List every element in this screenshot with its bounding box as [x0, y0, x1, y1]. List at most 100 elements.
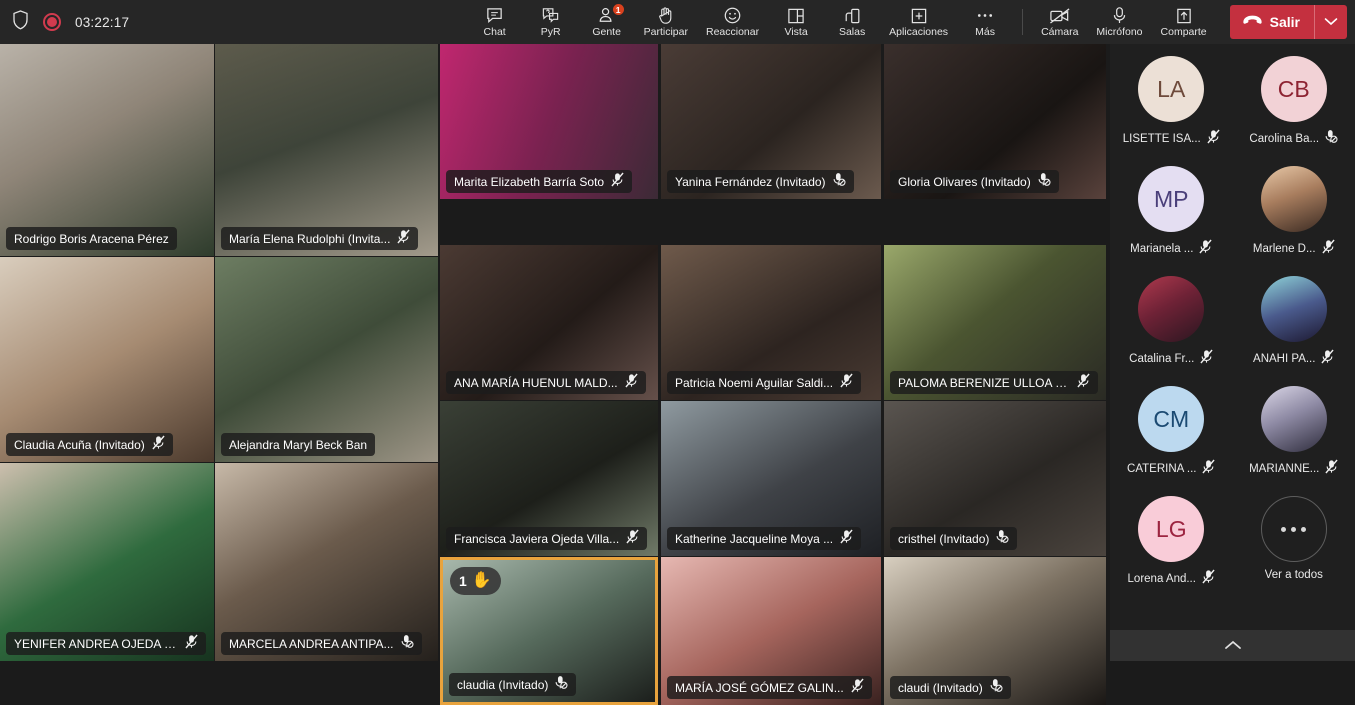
- avatar-initials: CM: [1138, 386, 1204, 452]
- avatar-photo: [1261, 276, 1327, 342]
- participant-name-row: MARIANNE...: [1249, 459, 1338, 479]
- video-tile[interactable]: Francisca Javiera Ojeda Villa...: [440, 401, 658, 556]
- video-tile[interactable]: Katherine Jacqueline Moya ...: [661, 401, 881, 556]
- participant-name: Katherine Jacqueline Moya ...: [675, 532, 833, 546]
- smiley-icon: [723, 6, 742, 25]
- apps-button[interactable]: Aplicaciones: [880, 0, 957, 44]
- participant-name-row: Catalina Fr...: [1129, 349, 1213, 369]
- participant-name-row: ANAHI PA...: [1253, 349, 1334, 369]
- participant-name-bar: Gloria Olivares (Invitado): [890, 170, 1059, 193]
- participant-name: Rodrigo Boris Aracena Pérez: [14, 232, 169, 246]
- participant-cell[interactable]: MPMarianela ...: [1110, 166, 1233, 276]
- leave-button[interactable]: Salir: [1230, 5, 1314, 39]
- chat-button[interactable]: Chat: [467, 0, 523, 44]
- chevron-up-icon: [1224, 637, 1242, 655]
- mic-muted-icon: [1077, 373, 1090, 393]
- participant-name: Catalina Fr...: [1129, 353, 1194, 365]
- view-button[interactable]: Vista: [768, 0, 824, 44]
- video-tile[interactable]: ANA MARÍA HUENUL MALD...: [440, 245, 658, 400]
- people-button[interactable]: 1 Gente: [579, 0, 635, 44]
- mic-muted-icon: [1207, 129, 1220, 149]
- mic-muted-icon: [996, 529, 1009, 549]
- participant-video: [0, 44, 214, 256]
- video-tile[interactable]: MARÍA JOSÉ GÓMEZ GALIN...: [661, 557, 881, 705]
- camera-label: Cámara: [1041, 26, 1078, 38]
- video-tile[interactable]: María Elena Rudolphi (Invita...: [215, 44, 438, 256]
- mic-muted-icon: [1325, 129, 1338, 149]
- participant-name: Alejandra Maryl Beck Ban: [229, 438, 367, 452]
- ellipsis-icon: [975, 6, 995, 25]
- avatar-initials: LG: [1138, 496, 1204, 562]
- participant-name: Claudia Acuña (Invitado): [14, 438, 145, 452]
- rooms-button[interactable]: Salas: [824, 0, 880, 44]
- participant-cell[interactable]: ANAHI PA...: [1233, 276, 1355, 386]
- participant-name: MARIANNE...: [1249, 463, 1319, 475]
- participant-cell[interactable]: Catalina Fr...: [1110, 276, 1233, 386]
- participant-name-bar: claudi (Invitado): [890, 676, 1011, 699]
- video-tile[interactable]: Patricia Noemi Aguilar Saldi...: [661, 245, 881, 400]
- mic-muted-icon: [1202, 459, 1215, 479]
- participant-name: Lorena And...: [1128, 573, 1196, 585]
- participant-name: ANAHI PA...: [1253, 353, 1315, 365]
- participant-cell[interactable]: LALISETTE ISA...: [1110, 56, 1233, 166]
- participant-cell[interactable]: LG Lorena And...: [1110, 496, 1233, 606]
- toolbar-center-group: Chat PyR 1 Gente Participar Reacci: [467, 0, 1013, 44]
- video-tile[interactable]: Gloria Olivares (Invitado): [884, 44, 1106, 199]
- chat-label: Chat: [484, 26, 506, 38]
- qa-button[interactable]: PyR: [523, 0, 579, 44]
- breakout-rooms-icon: [843, 6, 861, 25]
- participant-cell[interactable]: CBCarolina Ba...: [1233, 56, 1355, 166]
- participant-name: ANA MARÍA HUENUL MALD...: [454, 376, 618, 390]
- video-tile[interactable]: YENIFER ANDREA OJEDA VE...: [0, 463, 214, 661]
- share-label: Comparte: [1161, 26, 1207, 38]
- share-button[interactable]: Comparte: [1152, 0, 1216, 44]
- participant-cell[interactable]: Marlene D...: [1233, 166, 1355, 276]
- participant-name: CATERINA ...: [1127, 463, 1196, 475]
- participant-cell[interactable]: MARIANNE...: [1233, 386, 1355, 496]
- video-tile[interactable]: Claudia Acuña (Invitado): [0, 257, 214, 462]
- microphone-label: Micrófono: [1096, 26, 1142, 38]
- participant-name-bar: Claudia Acuña (Invitado): [6, 433, 173, 456]
- react-button[interactable]: Reaccionar: [697, 0, 768, 44]
- video-tile[interactable]: cristhel (Invitado): [884, 401, 1106, 556]
- mic-muted-icon: [625, 373, 638, 393]
- participant-name: Francisca Javiera Ojeda Villa...: [454, 532, 619, 546]
- view-label: Vista: [785, 26, 808, 38]
- recording-indicator-icon[interactable]: [43, 13, 61, 31]
- video-tile[interactable]: 1✋claudia (Invitado): [440, 557, 658, 705]
- avatar-initials: MP: [1138, 166, 1204, 232]
- more-button[interactable]: Más: [957, 0, 1013, 44]
- participant-name-bar: Patricia Noemi Aguilar Saldi...: [667, 371, 861, 394]
- participant-name: Ver a todos: [1265, 569, 1323, 581]
- participant-name: Marita Elizabeth Barría Soto: [454, 175, 604, 189]
- participant-cell[interactable]: CM CATERINA ...: [1110, 386, 1233, 496]
- mic-muted-icon: [833, 172, 846, 192]
- top-toolbar: 03:22:17 Chat PyR 1 Gente Partic: [0, 0, 1355, 44]
- video-tile[interactable]: Yanina Fernández (Invitado): [661, 44, 881, 199]
- shield-icon[interactable]: [12, 10, 29, 35]
- raised-hand-icon: ✋: [472, 573, 492, 589]
- participant-name: Patricia Noemi Aguilar Saldi...: [675, 376, 833, 390]
- video-tile[interactable]: claudi (Invitado): [884, 557, 1106, 705]
- video-tile[interactable]: Rodrigo Boris Aracena Pérez: [0, 44, 214, 256]
- video-tile[interactable]: MARCELA ANDREA ANTIPA...: [215, 463, 438, 661]
- video-tile[interactable]: Alejandra Maryl Beck Ban: [215, 257, 438, 462]
- mic-muted-icon: [152, 435, 165, 455]
- mic-muted-icon: [840, 529, 853, 549]
- video-tile[interactable]: PALOMA BERENIZE ULLOA S...: [884, 245, 1106, 400]
- see-all-button[interactable]: Ver a todos: [1233, 496, 1355, 606]
- raise-hand-button[interactable]: Participar: [635, 0, 697, 44]
- chat-bubble-icon: [485, 6, 504, 25]
- microphone-icon: [1112, 6, 1127, 25]
- collapse-bar[interactable]: [1110, 630, 1355, 661]
- leave-options-button[interactable]: [1315, 5, 1347, 39]
- camera-button[interactable]: Cámara: [1032, 0, 1087, 44]
- microphone-button[interactable]: Micrófono: [1087, 0, 1151, 44]
- mic-muted-icon: [185, 634, 198, 654]
- participant-name-bar: Rodrigo Boris Aracena Pérez: [6, 227, 177, 250]
- mic-muted-icon: [1322, 239, 1335, 259]
- participant-name-bar: Marita Elizabeth Barría Soto: [446, 170, 632, 193]
- video-grid: Rodrigo Boris Aracena Pérez María Elena R…: [0, 44, 1110, 661]
- mic-muted-icon: [840, 373, 853, 393]
- video-tile[interactable]: Marita Elizabeth Barría Soto: [440, 44, 658, 199]
